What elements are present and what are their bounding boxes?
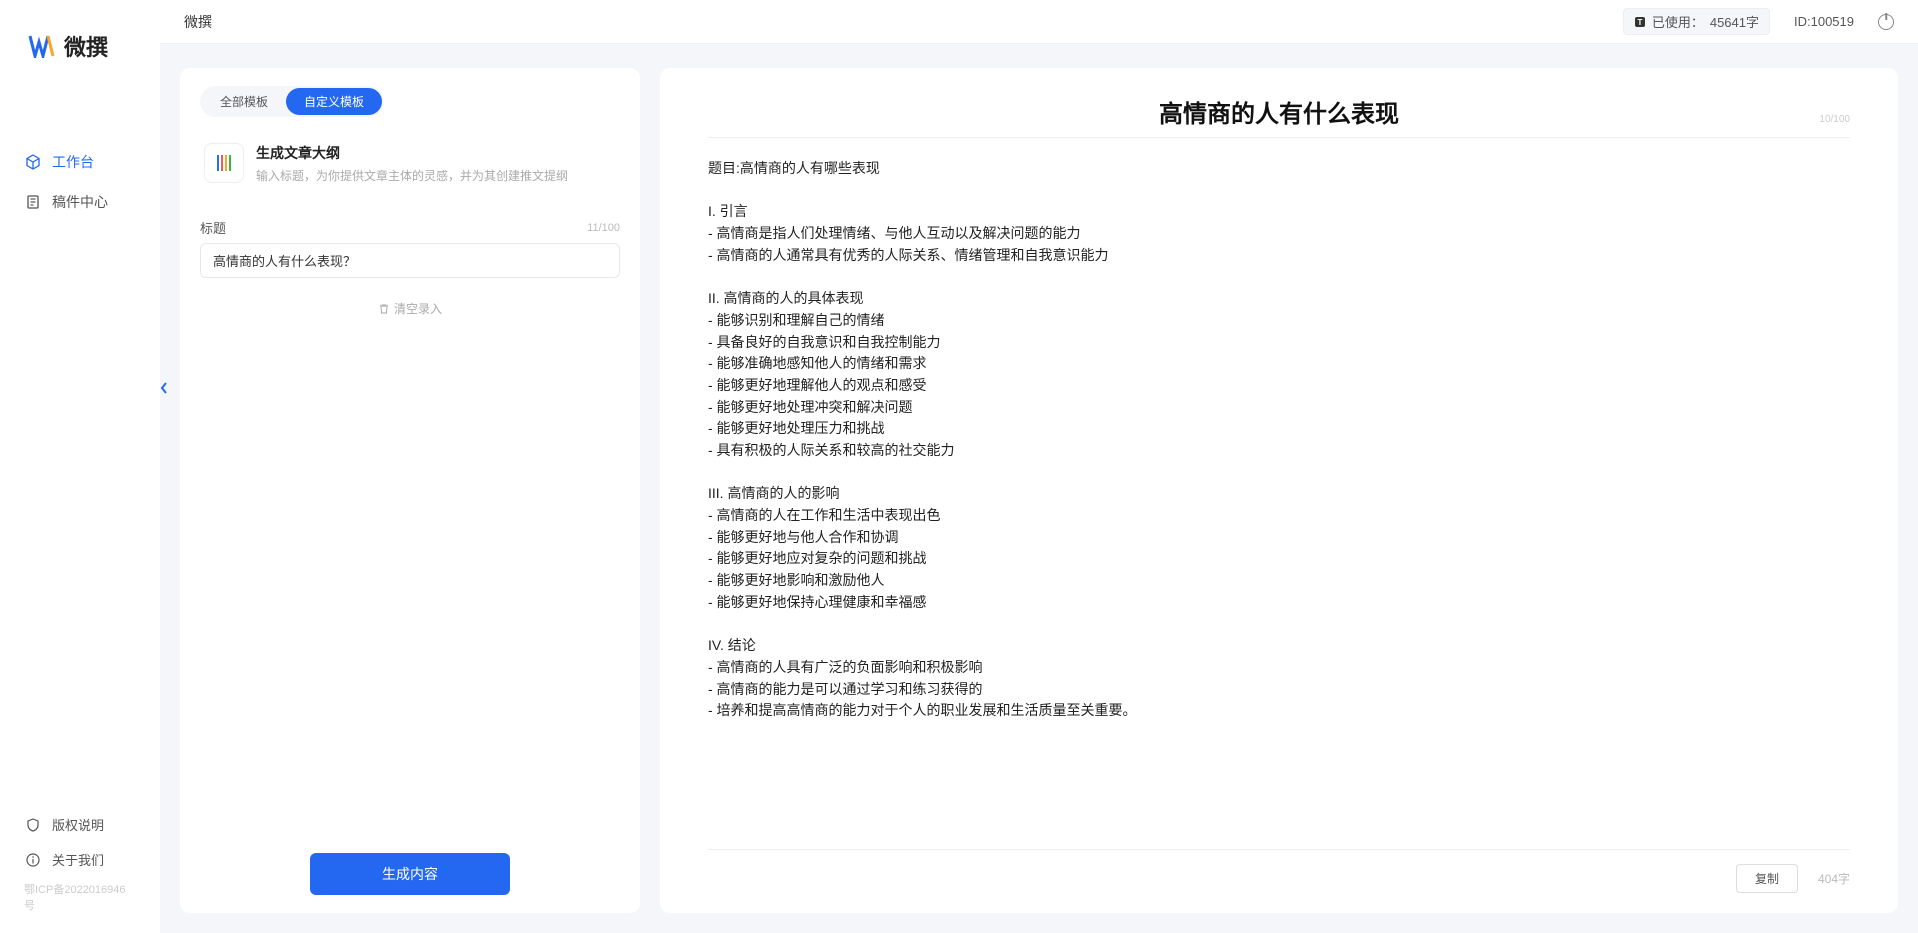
- cube-icon: [24, 153, 42, 171]
- sidebar: 微撰 工作台 稿件中心 版权说明: [0, 0, 160, 933]
- tab-label: 全部模板: [220, 95, 268, 109]
- brand-name: 微撰: [64, 30, 108, 62]
- doc-body[interactable]: 题目:高情商的人有哪些表现 I. 引言 - 高情商是指人们处理情绪、与他人互动以…: [708, 158, 1850, 722]
- logo: 微撰: [0, 0, 160, 82]
- char-count: 11/100: [587, 222, 620, 234]
- power-icon: [1878, 14, 1894, 30]
- sidebar-collapse-handle[interactable]: [158, 378, 170, 398]
- logo-icon: [28, 34, 56, 58]
- sidebar-item-drafts[interactable]: 稿件中心: [0, 182, 160, 222]
- config-panel: 全部模板 自定义模板 生成文章大纲 输入标题，为你提供文章主体的灵感，并为其创建…: [180, 68, 640, 913]
- sidebar-item-label: 工作台: [52, 152, 94, 172]
- title-char-count: 10/100: [1819, 114, 1850, 125]
- user-id: ID:100519: [1794, 14, 1854, 29]
- template-card: 生成文章大纲 输入标题，为你提供文章主体的灵感，并为其创建推文提纲: [200, 135, 620, 200]
- template-desc: 输入标题，为你提供文章主体的灵感，并为其创建推文提纲: [256, 167, 568, 184]
- clear-label: 清空录入: [394, 300, 442, 317]
- template-title: 生成文章大纲: [256, 143, 568, 163]
- word-count: 404字: [1818, 870, 1850, 887]
- output-panel: 高情商的人有什么表现 10/100 题目:高情商的人有哪些表现 I. 引言 - …: [660, 68, 1898, 913]
- divider: [708, 137, 1850, 138]
- sidebar-item-copyright[interactable]: 版权说明: [0, 807, 160, 842]
- doc-title[interactable]: 高情商的人有什么表现: [1159, 94, 1399, 129]
- bottom-nav: 版权说明 关于我们 鄂ICP备2022016946号: [0, 807, 160, 933]
- shield-icon: [24, 816, 42, 834]
- generate-button[interactable]: 生成内容: [310, 853, 510, 895]
- usage-badge[interactable]: T 已使用： 45641字: [1623, 8, 1770, 35]
- text-icon: T: [1634, 16, 1646, 28]
- tab-label: 自定义模板: [304, 95, 364, 109]
- topbar: 微撰 T 已使用： 45641字 ID:100519: [160, 0, 1918, 44]
- template-tabs: 全部模板 自定义模板: [200, 86, 384, 117]
- output-footer: 复制 404字: [708, 849, 1850, 893]
- nav: 工作台 稿件中心: [0, 82, 160, 807]
- svg-text:T: T: [1637, 18, 1642, 27]
- sidebar-item-label: 版权说明: [52, 815, 104, 834]
- sidebar-item-about[interactable]: 关于我们: [0, 842, 160, 877]
- sidebar-item-label: 关于我们: [52, 850, 104, 869]
- tab-custom-templates[interactable]: 自定义模板: [286, 88, 382, 115]
- workspace: 全部模板 自定义模板 生成文章大纲 输入标题，为你提供文章主体的灵感，并为其创建…: [160, 44, 1918, 933]
- power-button[interactable]: [1878, 14, 1894, 30]
- tab-all-templates[interactable]: 全部模板: [202, 88, 286, 115]
- page-title: 微撰: [184, 12, 212, 32]
- copy-label: 复制: [1755, 872, 1779, 886]
- main: 微撰 T 已使用： 45641字 ID:100519 全部模板 自定义模板: [160, 0, 1918, 933]
- title-input[interactable]: [200, 243, 620, 278]
- sidebar-item-workbench[interactable]: 工作台: [0, 142, 160, 182]
- clear-button[interactable]: 清空录入: [378, 300, 442, 317]
- generate-label: 生成内容: [382, 866, 438, 882]
- info-icon: [24, 851, 42, 869]
- icp-text: 鄂ICP备2022016946号: [0, 877, 160, 921]
- usage-value: 45641字: [1710, 12, 1759, 31]
- template-icon: [204, 143, 244, 183]
- document-icon: [24, 193, 42, 211]
- field-label: 标题: [200, 218, 226, 237]
- trash-icon: [378, 303, 390, 315]
- copy-button[interactable]: 复制: [1736, 864, 1798, 893]
- sidebar-item-label: 稿件中心: [52, 192, 108, 212]
- usage-prefix: 已使用：: [1652, 12, 1704, 31]
